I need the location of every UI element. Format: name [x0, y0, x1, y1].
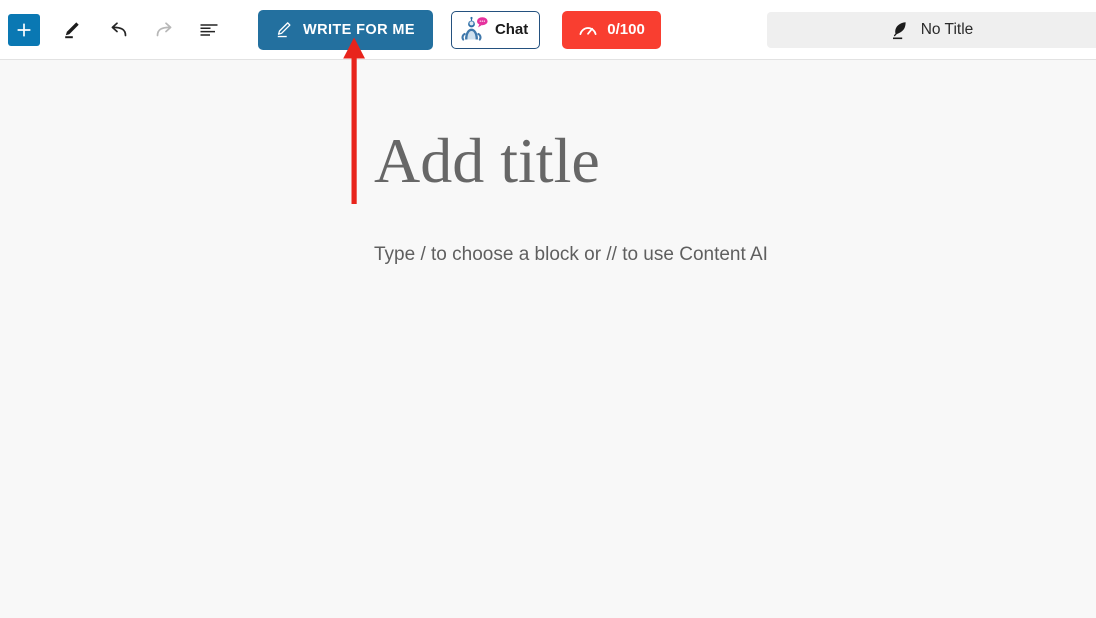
write-for-me-button[interactable]: WRITE FOR ME: [258, 9, 433, 50]
ai-robot-avatar-icon: [458, 15, 492, 45]
highlight-pen-button[interactable]: [52, 10, 90, 50]
plus-icon: [15, 21, 33, 39]
gauge-meter-icon: [578, 21, 598, 39]
align-list-icon: [197, 20, 221, 40]
add-block-button[interactable]: [8, 13, 40, 46]
feather-quill-icon: [890, 19, 910, 41]
paragraph-align-button[interactable]: [190, 10, 228, 50]
redo-button[interactable]: [145, 10, 183, 50]
chat-button[interactable]: Chat: [450, 10, 541, 49]
pen-highlight-icon: [60, 19, 82, 41]
undo-arrow-icon: [107, 19, 131, 41]
undo-button[interactable]: [100, 10, 138, 50]
seo-score-button[interactable]: 0/100: [562, 10, 661, 49]
document-title-field[interactable]: No Title: [767, 12, 1096, 48]
seo-score-label: 0/100: [607, 21, 645, 38]
chat-label: Chat: [494, 21, 529, 38]
editor-canvas[interactable]: Add title Type / to choose a block or //…: [0, 61, 1096, 618]
document-title-placeholder[interactable]: Add title: [374, 129, 600, 193]
toolbar-left-group: WRITE FOR ME Chat 0/100: [0, 0, 661, 59]
editor-body-placeholder[interactable]: Type / to choose a block or // to use Co…: [374, 244, 768, 266]
top-toolbar: WRITE FOR ME Chat 0/100 No Title: [0, 0, 1096, 60]
write-for-me-label: WRITE FOR ME: [303, 21, 415, 38]
quill-pen-icon: [274, 20, 293, 39]
document-title-value: No Title: [920, 21, 974, 38]
redo-arrow-icon: [152, 19, 176, 41]
